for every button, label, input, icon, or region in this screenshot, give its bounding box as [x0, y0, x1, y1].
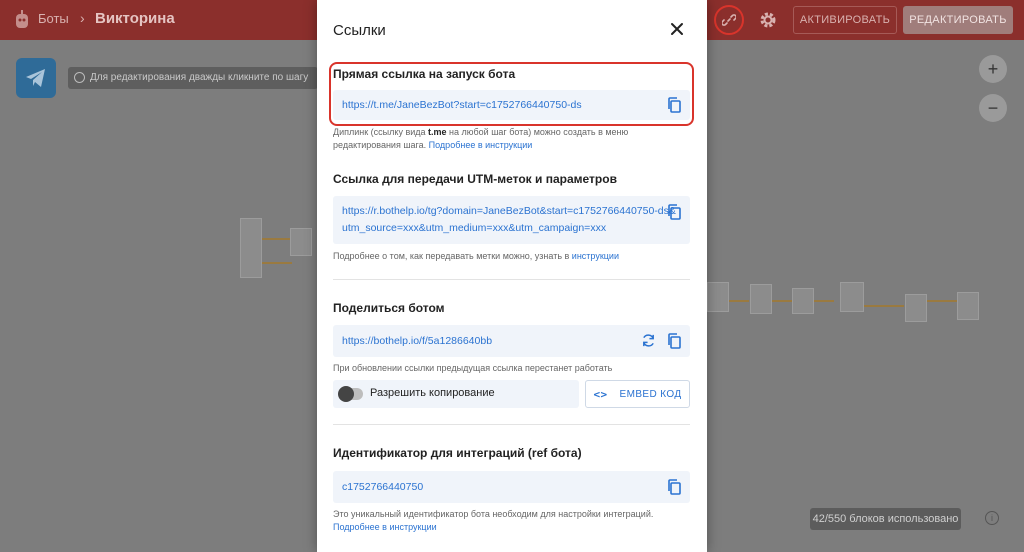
- flow-node[interactable]: [905, 294, 927, 322]
- flow-connector: [772, 300, 792, 302]
- direct-link-note: Диплинк (ссылку вида t.me на любой шаг б…: [333, 127, 629, 150]
- info-icon[interactable]: i: [985, 511, 999, 525]
- edit-hint-text: Для редактирования дважды кликните по ша…: [90, 72, 309, 83]
- flow-node[interactable]: [750, 284, 772, 314]
- flow-node[interactable]: [840, 282, 864, 312]
- breadcrumb-bots[interactable]: Боты: [38, 11, 69, 26]
- links-modal: Ссылки Прямая ссылка на запуск бота http…: [317, 0, 707, 552]
- embed-code-label: EMBED КОД: [619, 388, 682, 400]
- cursor-icon: [74, 72, 85, 83]
- gear-icon[interactable]: [758, 10, 778, 30]
- blocks-used-badge: 42/550 блоков использовано: [810, 508, 961, 530]
- edit-button[interactable]: РЕДАКТИРОВАТЬ: [903, 6, 1013, 34]
- flow-node[interactable]: [707, 282, 729, 312]
- direct-link-docs-link[interactable]: Подробнее в инструкции: [429, 140, 533, 150]
- utm-docs-link[interactable]: инструкции: [572, 251, 619, 261]
- chevron-right-icon: ›: [80, 10, 85, 26]
- allow-copy-label: Разрешить копирование: [370, 387, 495, 399]
- direct-link-field[interactable]: https://t.me/JaneBezBot?start=c175276644…: [333, 90, 690, 120]
- share-link-field[interactable]: https://bothelp.io/f/5a1286640bb: [333, 325, 690, 357]
- section-divider: [333, 279, 690, 280]
- close-icon[interactable]: [669, 21, 685, 37]
- flow-connector: [864, 305, 904, 307]
- telegram-channel-icon[interactable]: [16, 58, 56, 98]
- utm-link-title: Ссылка для передачи UTM-меток и параметр…: [333, 172, 617, 186]
- flow-node[interactable]: [792, 288, 814, 314]
- embed-code-button[interactable]: <> EMBED КОД: [585, 380, 690, 408]
- flow-node[interactable]: [290, 228, 312, 256]
- copy-icon[interactable]: [667, 479, 681, 495]
- ref-title: Идентификатор для интеграций (ref бота): [333, 446, 582, 460]
- telegram-icon: [26, 69, 45, 87]
- flow-connector: [927, 300, 957, 302]
- zoom-in-button[interactable]: +: [979, 55, 1007, 83]
- activate-button[interactable]: АКТИВИРОВАТЬ: [793, 6, 897, 34]
- bot-title: Викторина: [95, 10, 175, 27]
- utm-link-url-line2[interactable]: utm_source=xxx&utm_medium=xxx&utm_campai…: [342, 219, 606, 237]
- section-divider: [333, 424, 690, 425]
- ref-field[interactable]: c1752766440750: [333, 471, 690, 503]
- utm-link-field[interactable]: https://r.bothelp.io/tg?domain=JaneBezBo…: [333, 196, 690, 244]
- utm-link-url-line1[interactable]: https://r.bothelp.io/tg?domain=JaneBezBo…: [342, 202, 676, 220]
- code-icon: <>: [593, 387, 608, 401]
- share-bot-title: Поделиться ботом: [333, 301, 445, 315]
- direct-link-url[interactable]: https://t.me/JaneBezBot?start=c175276644…: [342, 96, 582, 114]
- flow-node[interactable]: [240, 218, 262, 278]
- share-link-url[interactable]: https://bothelp.io/f/5a1286640bb: [342, 332, 492, 350]
- toggle-knob: [338, 386, 354, 402]
- allow-copy-row[interactable]: Разрешить копирование: [333, 380, 579, 408]
- copy-icon[interactable]: [667, 333, 681, 349]
- flow-connector: [814, 300, 834, 302]
- links-button[interactable]: [714, 5, 744, 35]
- link-icon: [722, 14, 736, 26]
- flow-connector: [729, 300, 749, 302]
- ref-docs-link[interactable]: Подробнее в инструкции: [333, 522, 437, 532]
- refresh-icon[interactable]: [641, 333, 656, 348]
- flow-connector: [262, 262, 292, 264]
- bot-logo-icon: [16, 10, 28, 28]
- utm-link-note: Подробнее о том, как передавать метки мо…: [333, 251, 619, 261]
- copy-icon[interactable]: [667, 204, 681, 220]
- flow-connector: [262, 238, 290, 240]
- modal-title: Ссылки: [333, 22, 386, 39]
- share-link-note: При обновлении ссылки предыдущая ссылка …: [333, 363, 613, 373]
- allow-copy-toggle[interactable]: [338, 386, 363, 402]
- zoom-out-button[interactable]: −: [979, 94, 1007, 122]
- copy-icon[interactable]: [667, 97, 681, 113]
- flow-node[interactable]: [957, 292, 979, 320]
- ref-note: Это уникальный идентификатор бота необхо…: [333, 509, 654, 532]
- edit-hint: Для редактирования дважды кликните по ша…: [68, 67, 319, 89]
- ref-value[interactable]: c1752766440750: [342, 478, 423, 496]
- direct-link-title: Прямая ссылка на запуск бота: [333, 67, 516, 81]
